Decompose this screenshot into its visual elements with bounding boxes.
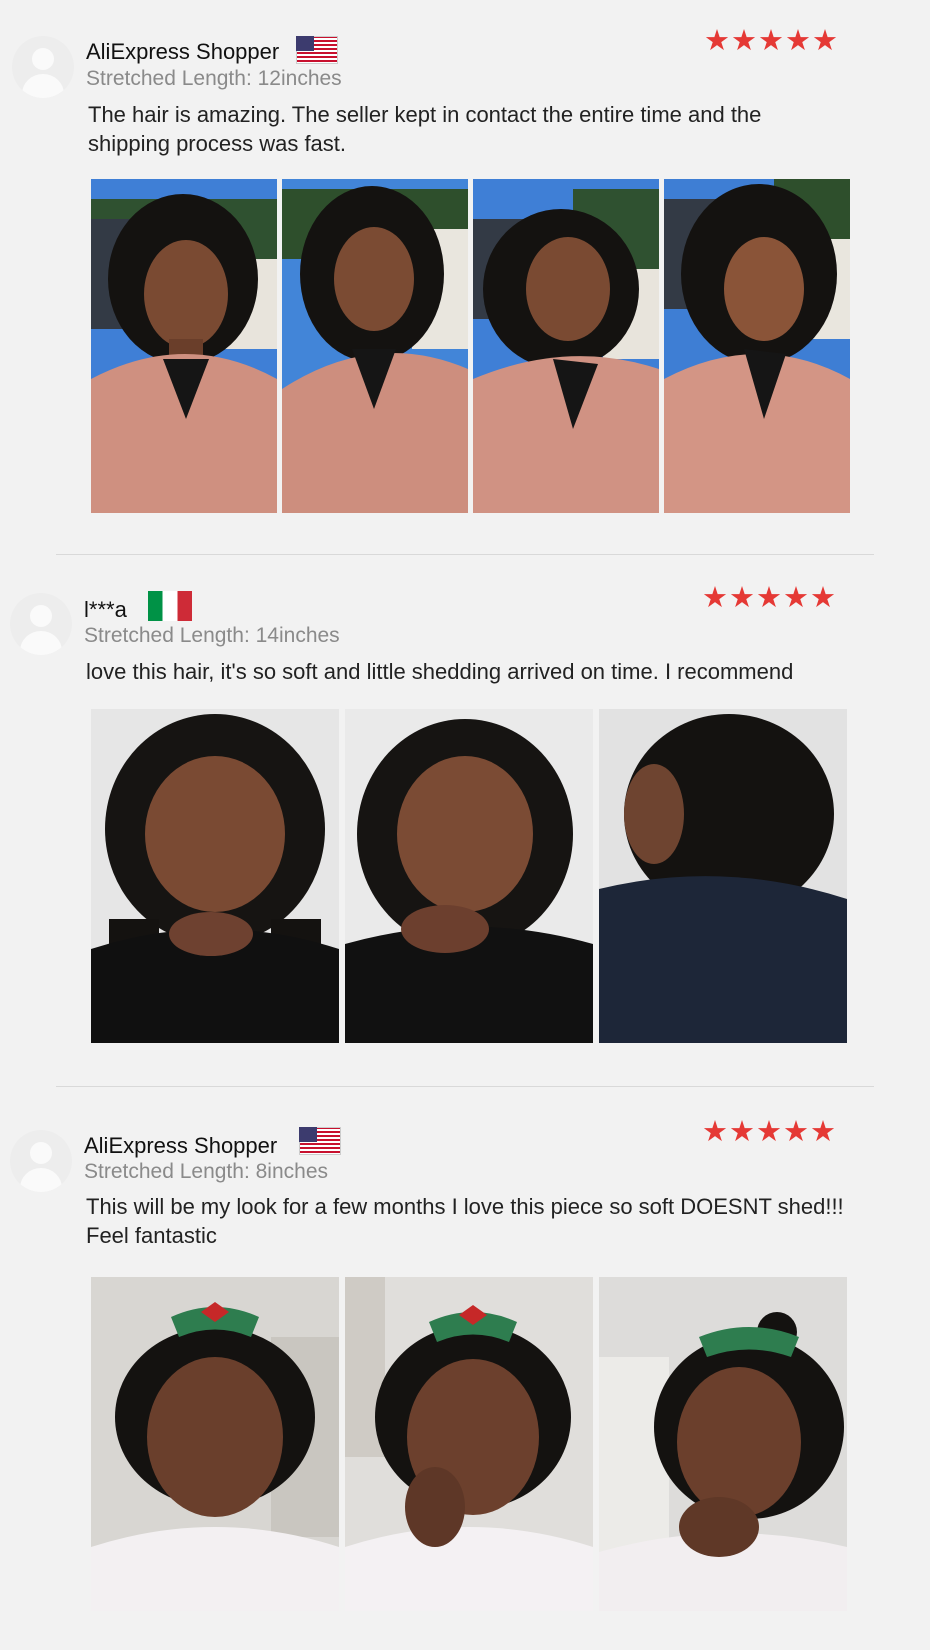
review-photo[interactable] [664, 179, 850, 513]
review-text: The hair is amazing. The seller kept in … [88, 102, 762, 156]
review-card: AliExpress Shopper ★★★★★ Stretched Lengt… [0, 0, 930, 540]
stretched-length: Stretched Length: 14inches [84, 624, 340, 647]
reviewer-avatar [10, 1130, 72, 1192]
italy-flag-icon [148, 591, 192, 621]
review-photo[interactable] [91, 1277, 339, 1611]
review-card: l***a ★★★★★ Stretched Length: 14inches l… [0, 556, 930, 1086]
review-photo[interactable] [599, 1277, 847, 1611]
review-photo[interactable] [599, 709, 847, 1043]
stretched-length: Stretched Length: 12inches [86, 67, 342, 90]
reviewer-name: AliExpress Shopper [84, 1133, 278, 1158]
review-photo[interactable] [282, 179, 468, 513]
reviewer-avatar [12, 36, 74, 98]
review-photo[interactable] [345, 709, 593, 1043]
rating-stars: ★★★★★ [704, 25, 839, 57]
review-divider [56, 1086, 874, 1087]
rating-stars: ★★★★★ [702, 582, 837, 614]
review-photo[interactable] [473, 179, 659, 513]
review-photos [91, 1277, 847, 1611]
review-photo[interactable] [91, 709, 339, 1043]
reviewer-avatar [10, 593, 72, 655]
stretched-length: Stretched Length: 8inches [84, 1160, 329, 1183]
review-divider [56, 554, 874, 555]
review-photo[interactable] [91, 179, 277, 513]
review-text: love this hair, it's so soft and little … [86, 659, 794, 684]
review-text: This will be my look for a few months I … [86, 1194, 844, 1248]
review-card: AliExpress Shopper ★★★★★ Stretched Lengt… [0, 1090, 930, 1650]
rating-stars: ★★★★★ [702, 1116, 837, 1148]
us-flag-icon [296, 36, 338, 64]
us-flag-icon [299, 1127, 341, 1155]
reviewer-name: l***a [84, 597, 127, 622]
review-photos [91, 709, 847, 1043]
review-photo[interactable] [345, 1277, 593, 1611]
reviewer-name: AliExpress Shopper [86, 39, 280, 64]
review-photos [91, 179, 850, 513]
